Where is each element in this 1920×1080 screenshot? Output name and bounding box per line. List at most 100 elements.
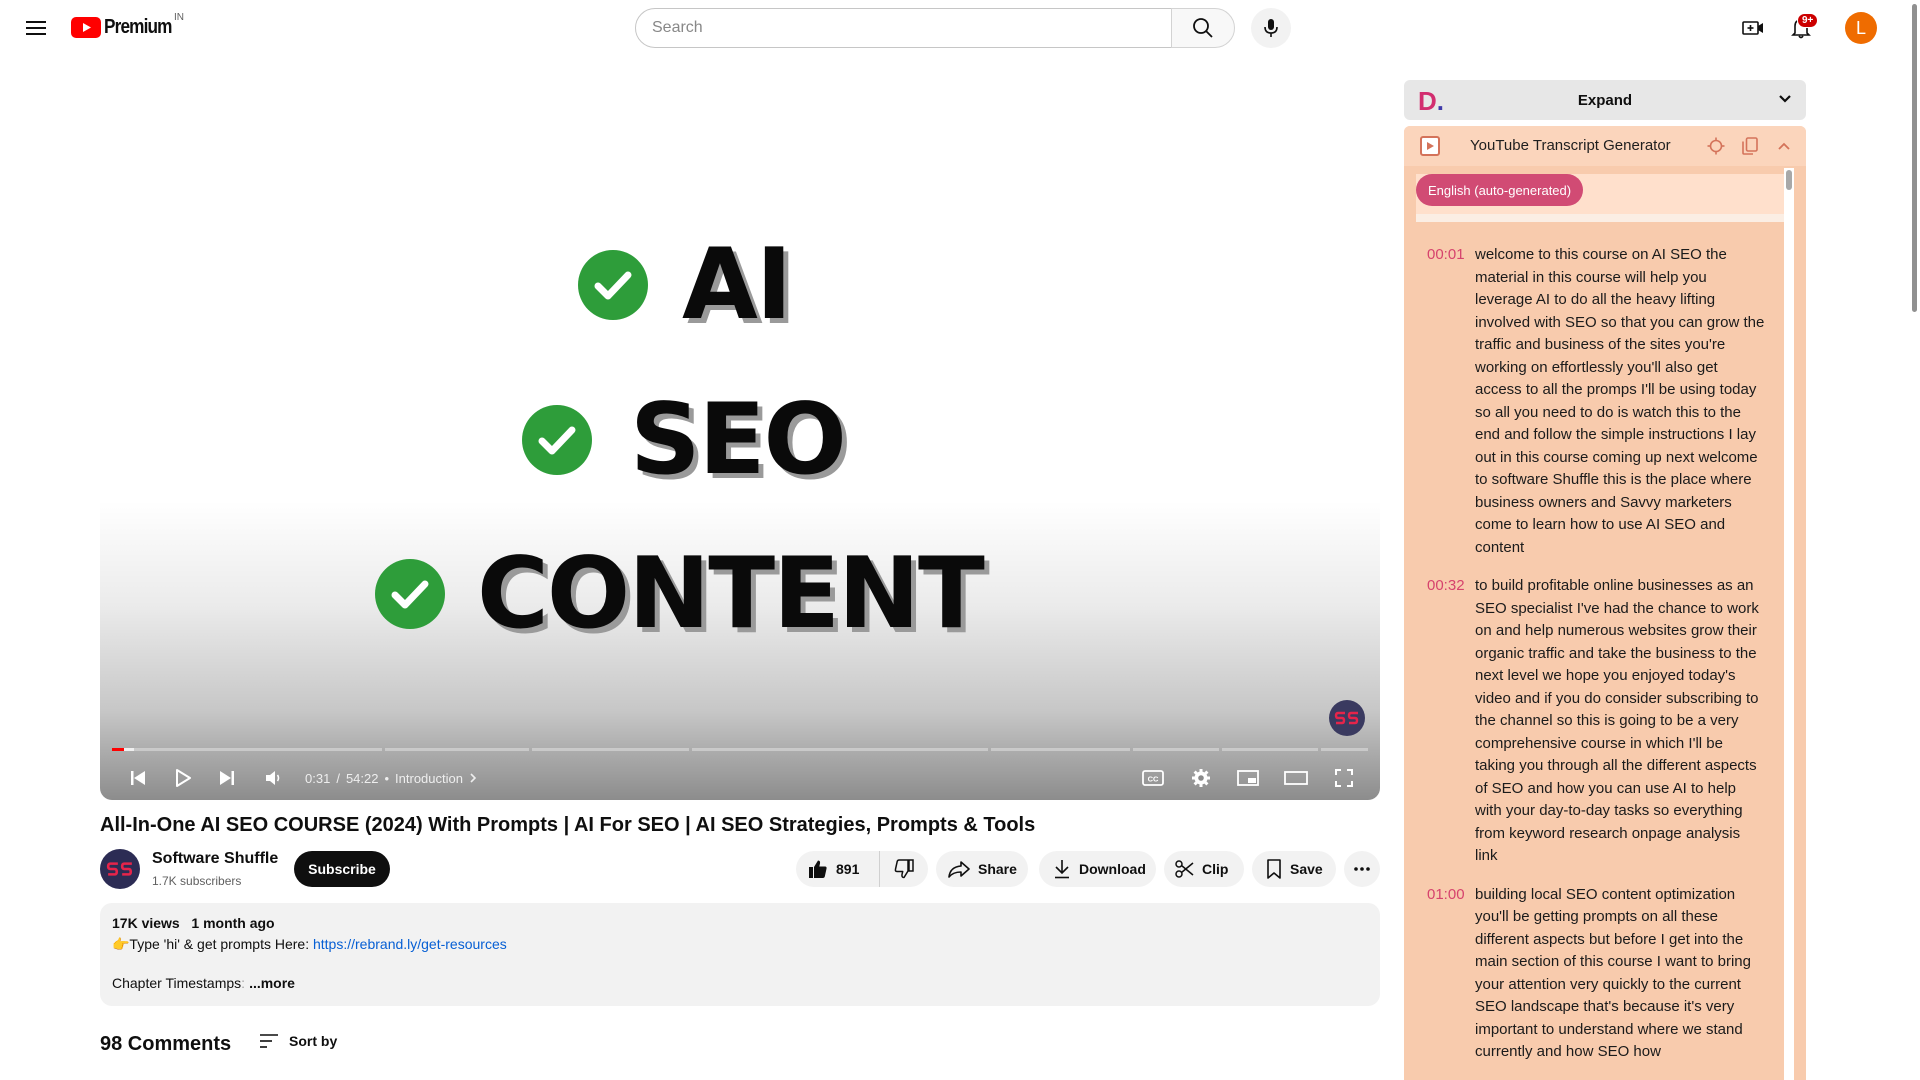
play-button[interactable] [163, 756, 203, 800]
chevron-up-icon [1778, 142, 1790, 150]
green-check-icon [578, 250, 648, 320]
description-link[interactable]: https://rebrand.ly/get-resources [313, 936, 507, 952]
like-count: 891 [836, 861, 860, 877]
subscriber-count: 1.7K subscribers [152, 874, 242, 888]
transcript-text: to build profitable online businesses as… [1475, 577, 1759, 864]
previous-icon [131, 771, 145, 785]
collapse-button[interactable] [1774, 136, 1794, 156]
youtube-play-logo-icon [71, 17, 101, 38]
transcript-panel-header: YouTube Transcript Generator [1404, 126, 1806, 166]
clip-label: Clip [1202, 861, 1229, 877]
current-time: 0:31 [305, 770, 331, 786]
volume-icon [266, 771, 280, 785]
channel-logo-icon [1334, 711, 1359, 725]
transcript-timestamp[interactable]: 01:00 [1416, 884, 1483, 1064]
video-title: All-In-One AI SEO COURSE (2024) With Pro… [100, 814, 1036, 836]
theater-icon [1284, 771, 1308, 785]
dislike-button[interactable] [880, 851, 928, 887]
buffered-bar [124, 748, 134, 751]
miniplayer-button[interactable] [1228, 756, 1268, 800]
transcript-entries: 00:01 welcome to this course on AI SEO t… [1416, 244, 1784, 1080]
fullscreen-button[interactable] [1324, 756, 1364, 800]
thumbs-up-icon [809, 860, 827, 878]
captions-icon: CC [1142, 770, 1164, 786]
gear-icon [1192, 769, 1210, 787]
time-display: 0:31 / 54:22 • Introduction [305, 756, 479, 800]
logo-text: Premium [104, 16, 172, 38]
slide-word: CONTENT [477, 537, 985, 651]
green-check-icon [522, 405, 592, 475]
volume-button[interactable] [254, 756, 294, 800]
sort-by-label: Sort by [289, 1033, 338, 1049]
download-button[interactable]: Download [1039, 851, 1156, 887]
more-horizontal-icon [1354, 867, 1370, 871]
chevron-right-icon [470, 773, 477, 783]
view-count: 17K views [112, 915, 180, 931]
miniplayer-icon [1237, 770, 1259, 786]
search-input[interactable] [652, 19, 1171, 37]
chapter-button[interactable]: Introduction [395, 771, 479, 786]
youtube-premium-logo[interactable]: Premium [71, 16, 183, 39]
channel-avatar[interactable] [100, 849, 140, 889]
theater-mode-button[interactable] [1276, 756, 1316, 800]
notification-badge: 9+ [1797, 13, 1819, 28]
country-code: IN [174, 12, 184, 23]
create-video-icon [1742, 21, 1763, 35]
transcript-entry[interactable]: 01:00 building local SEO content optimiz… [1416, 884, 1784, 1064]
duration: 54:22 [345, 770, 379, 786]
captions-button[interactable]: CC [1133, 756, 1173, 800]
create-button[interactable] [1733, 8, 1773, 48]
channel-watermark[interactable] [1329, 700, 1365, 736]
video-player[interactable]: AI SEO CONTENT 0:31 / 54:22 • Introducti… [100, 80, 1380, 800]
bookmark-icon [1267, 859, 1281, 879]
progress-bar[interactable] [112, 748, 1368, 751]
copy-button[interactable] [1740, 136, 1760, 156]
copy-icon [1742, 137, 1758, 155]
menu-icon[interactable] [20, 12, 52, 44]
transcript-entry[interactable]: 00:32 to build profitable online busines… [1416, 575, 1784, 868]
previous-button[interactable] [118, 756, 158, 800]
chapter-segment [692, 748, 988, 751]
transcript-timestamp[interactable]: 00:01 [1416, 244, 1483, 559]
microphone-icon [1264, 19, 1278, 37]
next-button[interactable] [207, 756, 247, 800]
subscribe-button[interactable]: Subscribe [294, 851, 390, 887]
next-icon [220, 771, 234, 785]
extension-expand-bar[interactable]: D. Expand [1404, 80, 1806, 120]
like-button[interactable]: 891 [796, 851, 880, 887]
transcript-scrollbar-thumb[interactable] [1786, 170, 1792, 190]
chapter-timestamps-colon: : [241, 975, 246, 991]
description-line: 👉Type 'hi' & get prompts Here: https://r… [112, 936, 1368, 953]
share-button[interactable]: Share [936, 851, 1028, 887]
language-chip[interactable]: English (auto-generated) [1416, 174, 1584, 206]
transcript-timestamp[interactable]: 00:32 [1416, 575, 1483, 868]
slide-word: SEO [630, 383, 847, 497]
transcript-text: building local SEO content optimization … [1475, 885, 1751, 1061]
voice-search-button[interactable] [1251, 8, 1291, 48]
more-actions-button[interactable] [1344, 851, 1380, 887]
sort-by-button[interactable]: Sort by [259, 1033, 337, 1049]
description-box[interactable]: 17K views 1 month ago 👉Type 'hi' & get p… [100, 903, 1380, 1006]
clip-button[interactable]: Clip [1164, 851, 1244, 887]
more-link[interactable]: ...more [249, 975, 295, 991]
transcript-panel: YouTube Transcript Generator English (au… [1404, 126, 1806, 1080]
account-avatar[interactable]: L [1845, 12, 1877, 44]
chapter-separator: • [384, 770, 390, 786]
chapter-title: Introduction [395, 770, 463, 786]
page-scrollbar[interactable] [1910, 0, 1920, 1080]
sort-icon [260, 1034, 278, 1048]
locate-button[interactable] [1706, 136, 1726, 156]
download-icon [1055, 860, 1069, 879]
page-scrollbar-thumb[interactable] [1912, 4, 1917, 312]
search-button[interactable] [1171, 8, 1235, 48]
save-button[interactable]: Save [1252, 851, 1336, 887]
crosshair-icon [1707, 137, 1725, 155]
channel-name[interactable]: Software Shuffle [152, 850, 278, 868]
transcript-entry[interactable]: 00:01 welcome to this course on AI SEO t… [1416, 244, 1784, 559]
transcript-panel-title: YouTube Transcript Generator [1470, 137, 1671, 154]
thumbs-down-icon [894, 859, 914, 879]
channel-logo-icon [106, 862, 133, 876]
transcript-scrollbar[interactable] [1784, 168, 1794, 1080]
settings-button[interactable] [1181, 756, 1221, 800]
comments-count: 98 Comments [100, 1033, 232, 1055]
